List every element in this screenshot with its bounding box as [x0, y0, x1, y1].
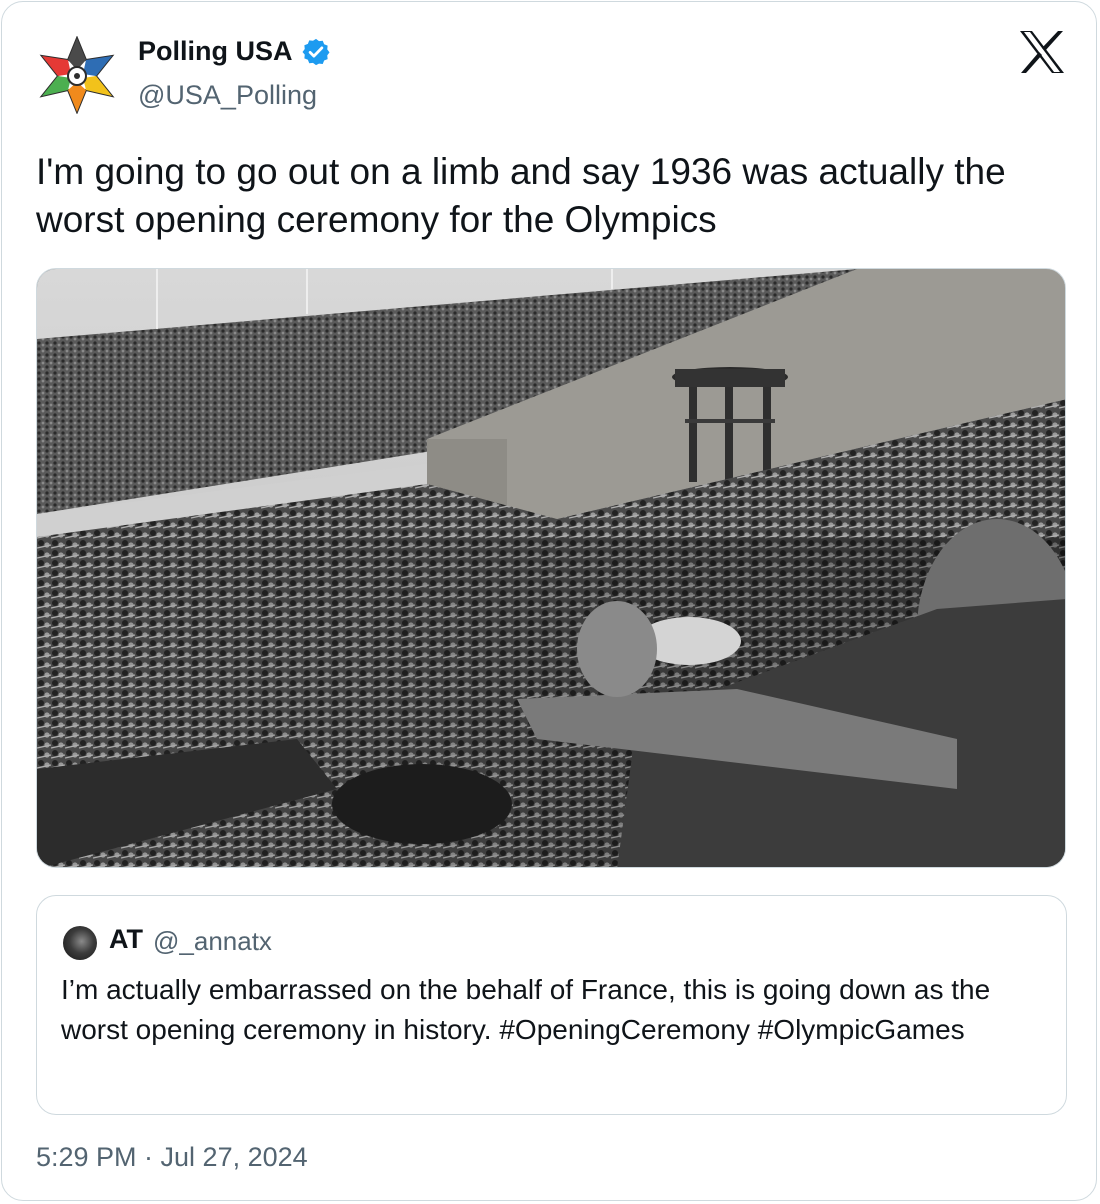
quoted-tweet-text: I’m actually embarrassed on the behalf o… [61, 974, 991, 1045]
quoted-author-handle[interactable]: @_annatx [153, 926, 272, 957]
quoted-tweet[interactable]: AT @_annatx I’m actually embarrassed on … [36, 895, 1067, 1115]
tweet-text: I'm going to go out on a limb and say 19… [36, 151, 1006, 240]
author-name-row: Polling USA [138, 36, 331, 67]
stadium-crowd-photo [37, 269, 1065, 867]
quoted-author-avatar[interactable] [63, 926, 97, 960]
tweet-photo[interactable] [36, 268, 1066, 868]
author-handle[interactable]: @USA_Polling [138, 80, 317, 111]
x-logo-icon[interactable] [1018, 30, 1066, 74]
polling-usa-logo-icon [39, 35, 115, 115]
tweet-card: Polling USA @USA_Polling I'm going to go… [1, 1, 1097, 1201]
verified-badge-icon [301, 37, 331, 67]
tweet-timestamp[interactable]: 5:29 PM · Jul 27, 2024 [36, 1142, 308, 1173]
author-avatar[interactable] [38, 35, 116, 115]
author-display-name[interactable]: Polling USA [138, 36, 293, 67]
quoted-author-name[interactable]: AT [109, 924, 143, 955]
